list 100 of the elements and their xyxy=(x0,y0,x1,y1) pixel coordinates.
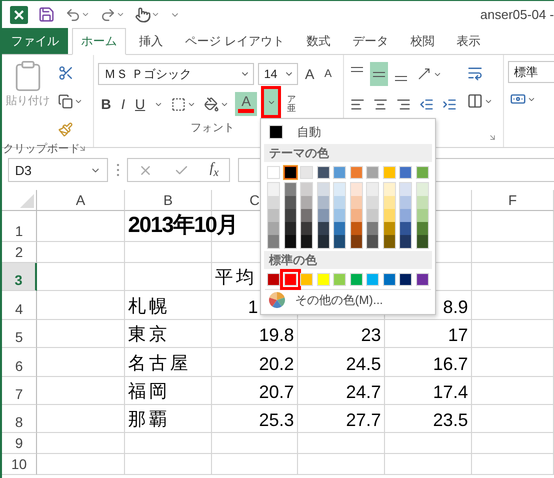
color-swatch[interactable] xyxy=(350,235,362,248)
color-swatch[interactable] xyxy=(284,183,296,196)
color-swatch[interactable] xyxy=(367,222,378,235)
row-header[interactable]: 10 xyxy=(2,454,37,475)
color-swatch[interactable] xyxy=(334,196,346,209)
color-swatch[interactable] xyxy=(301,209,312,222)
row-header[interactable]: 6 xyxy=(2,348,37,377)
color-swatch[interactable] xyxy=(416,209,428,222)
grow-font-button[interactable]: A xyxy=(302,63,318,85)
column-header[interactable]: B xyxy=(125,190,212,211)
color-swatch[interactable] xyxy=(416,235,428,248)
color-swatch[interactable] xyxy=(350,196,362,209)
name-box[interactable]: D3 xyxy=(8,158,108,182)
color-swatch[interactable] xyxy=(301,235,312,248)
table-cell: 16.7 xyxy=(385,348,472,377)
color-swatch[interactable] xyxy=(301,183,312,196)
color-swatch[interactable] xyxy=(367,209,378,222)
font-size-select[interactable]: 14 xyxy=(258,63,298,85)
color-swatch[interactable] xyxy=(318,196,329,209)
table-cell: 23.5 xyxy=(385,405,472,433)
underline-button[interactable]: U xyxy=(132,93,148,115)
color-swatch[interactable] xyxy=(301,222,312,235)
redo-icon[interactable] xyxy=(100,6,125,22)
font-color-dropdown[interactable] xyxy=(261,86,282,118)
row-header[interactable]: 5 xyxy=(2,320,37,348)
color-swatch[interactable] xyxy=(416,222,428,235)
vertical-align-button[interactable] xyxy=(370,62,388,86)
table-cell: 那覇 xyxy=(125,405,212,433)
group-label: クリップボード xyxy=(3,142,80,156)
section-header: 標準の色 xyxy=(264,251,432,269)
ribbon-tab[interactable]: ホーム xyxy=(72,28,126,55)
table-cell: 24.5 xyxy=(298,348,385,377)
color-swatch[interactable] xyxy=(350,183,362,196)
shrink-font-button[interactable]: A xyxy=(321,63,335,85)
bold-button[interactable]: B xyxy=(98,93,114,115)
color-swatch[interactable] xyxy=(367,235,378,248)
color-swatch[interactable] xyxy=(334,209,346,222)
row-header[interactable]: 1 xyxy=(2,211,37,242)
row-header[interactable]: 8 xyxy=(2,405,37,433)
table-cell: 19.8 xyxy=(212,320,298,348)
row-header[interactable]: 9 xyxy=(2,433,37,454)
color-wheel-icon xyxy=(269,292,285,308)
more-colors-option[interactable]: その他の色(M)... xyxy=(265,289,431,310)
color-swatch[interactable] xyxy=(268,235,279,248)
color-swatch[interactable] xyxy=(268,196,279,209)
row-header[interactable]: 4 xyxy=(2,291,37,320)
color-swatch[interactable] xyxy=(268,209,279,222)
insert-function-button[interactable]: f$_{x}$ xyxy=(210,161,219,179)
row-header[interactable]: 2 xyxy=(2,242,37,263)
color-swatch[interactable] xyxy=(268,222,279,235)
font-color-button[interactable]: A xyxy=(235,92,258,116)
color-swatch[interactable] xyxy=(284,222,296,235)
row-header[interactable]: 7 xyxy=(2,377,37,405)
color-swatch[interactable] xyxy=(284,209,296,222)
color-swatch[interactable] xyxy=(350,222,362,235)
window-title: anser05-04 - xyxy=(480,7,554,22)
automatic-option[interactable]: 自動 xyxy=(297,124,321,140)
column-header[interactable]: F xyxy=(472,190,554,211)
phonetic-guide-button[interactable]: ア 亜 xyxy=(285,95,298,113)
undo-icon[interactable] xyxy=(65,6,90,22)
color-swatch[interactable] xyxy=(284,235,296,248)
color-swatch[interactable] xyxy=(400,196,412,209)
color-swatch[interactable] xyxy=(334,222,346,235)
color-swatch[interactable] xyxy=(334,235,346,248)
color-swatch[interactable] xyxy=(384,183,395,196)
number-format-select[interactable]: 標準 xyxy=(508,61,554,83)
color-swatch[interactable] xyxy=(318,183,329,196)
color-swatch[interactable] xyxy=(400,209,412,222)
row-header[interactable]: 3 xyxy=(2,263,37,291)
launcher-icon[interactable] xyxy=(78,144,87,153)
color-swatch[interactable] xyxy=(268,183,279,196)
color-swatch[interactable] xyxy=(384,235,395,248)
touch-mode-icon[interactable] xyxy=(135,6,160,22)
color-swatch[interactable] xyxy=(284,166,297,179)
color-swatch[interactable] xyxy=(284,196,296,209)
launcher-icon[interactable] xyxy=(488,132,497,142)
color-swatch[interactable] xyxy=(400,183,412,196)
color-swatch[interactable] xyxy=(318,222,329,235)
color-swatch[interactable] xyxy=(400,222,412,235)
color-swatch[interactable] xyxy=(400,235,412,248)
save-icon[interactable] xyxy=(38,6,55,23)
table-cell: 福岡 xyxy=(125,377,212,405)
table-cell: 25.3 xyxy=(212,405,298,433)
color-swatch[interactable] xyxy=(318,235,329,248)
color-swatch[interactable] xyxy=(384,196,395,209)
color-swatch[interactable] xyxy=(334,183,346,196)
color-swatch[interactable] xyxy=(367,183,378,196)
color-swatch[interactable] xyxy=(384,209,395,222)
color-swatch[interactable] xyxy=(301,196,312,209)
color-swatch[interactable] xyxy=(367,196,378,209)
color-swatch[interactable] xyxy=(350,209,362,222)
color-swatch[interactable] xyxy=(384,222,395,235)
italic-button[interactable]: I xyxy=(118,93,128,115)
color-swatch[interactable] xyxy=(416,196,428,209)
column-header[interactable]: A xyxy=(37,190,125,211)
file-tab[interactable]: ファイル xyxy=(2,28,68,54)
color-swatch[interactable] xyxy=(318,209,329,222)
font-name-select[interactable]: ＭＳ Ｐゴシック xyxy=(98,63,254,85)
automatic-swatch[interactable] xyxy=(269,125,283,139)
color-swatch[interactable] xyxy=(416,183,428,196)
